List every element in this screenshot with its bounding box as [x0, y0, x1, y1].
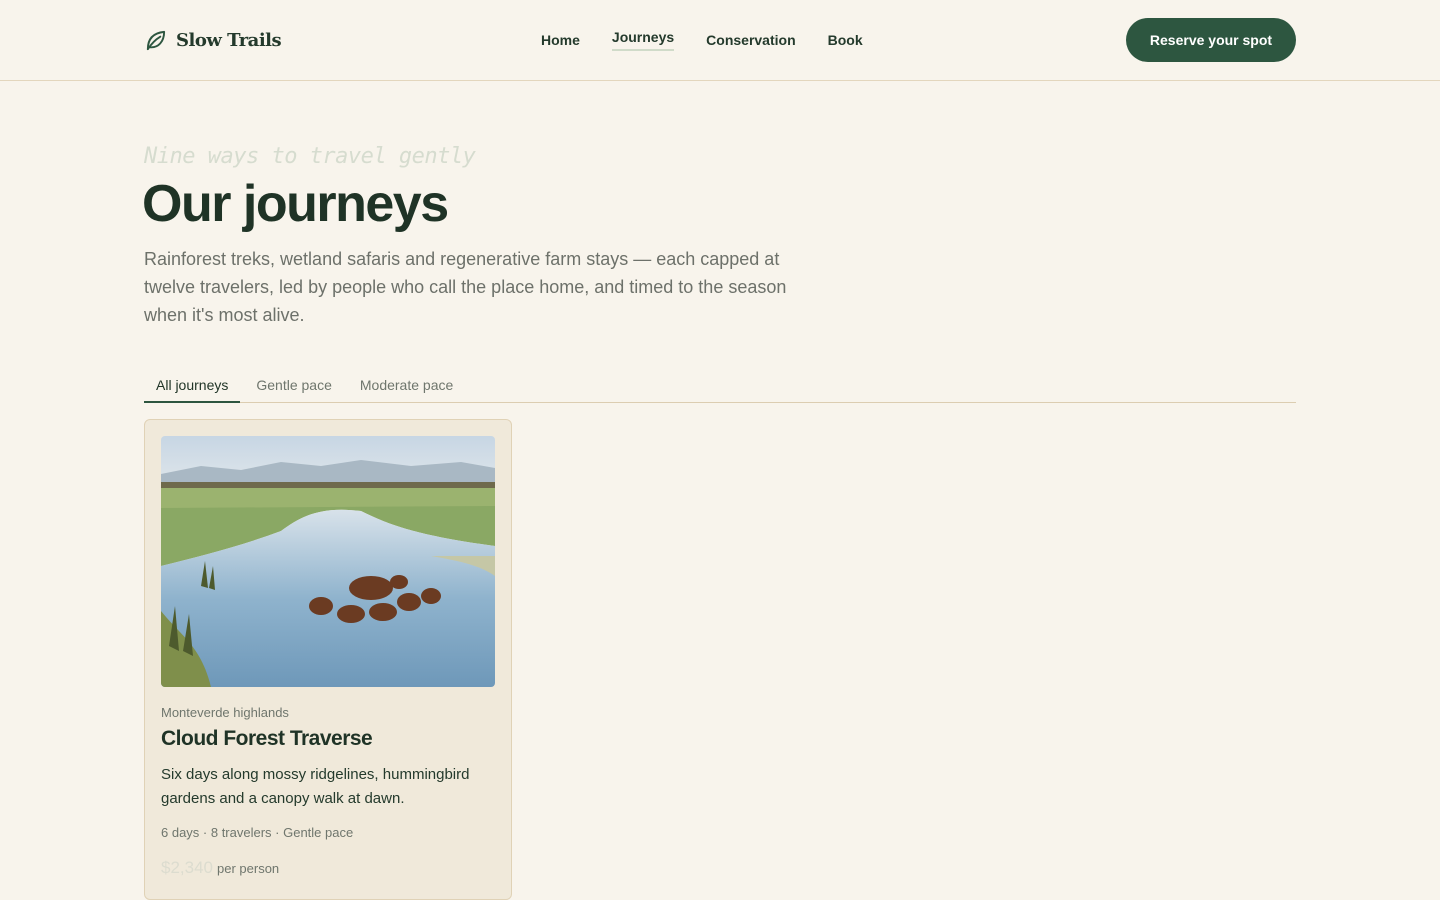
journey-title: Cloud Forest Traverse — [161, 727, 373, 750]
tab-moderate-pace[interactable]: Moderate pace — [348, 369, 465, 403]
brand-name: Slow Trails — [176, 29, 282, 51]
page-title: Our journeys — [142, 175, 449, 233]
brand-logo[interactable]: Slow Trails — [144, 27, 282, 53]
nav-home[interactable]: Home — [541, 32, 580, 48]
nav-journeys[interactable]: Journeys — [611, 29, 675, 51]
journey-card[interactable]: Monteverde highlands Cloud Forest Traver… — [144, 419, 512, 900]
journey-region: Monteverde highlands — [161, 705, 289, 720]
leaf-icon — [146, 30, 166, 50]
journey-meta: 6 days · 8 travelers · Gentle pace — [161, 825, 354, 840]
nav-conservation[interactable]: Conservation — [706, 32, 795, 48]
site-header: Slow Trails Home Journeys Conservation B… — [0, 0, 1440, 81]
price-amount: $2,340 — [161, 858, 213, 877]
tab-all-journeys[interactable]: All journeys — [144, 369, 241, 403]
hero-eyebrow: Nine ways to travel gently — [144, 144, 476, 169]
nav-book[interactable]: Book — [828, 32, 863, 48]
filter-tabs: All journeys Gentle pace Moderate pace — [144, 369, 1296, 403]
journey-price: $2,340 per person — [161, 858, 279, 878]
tab-gentle-pace[interactable]: Gentle pace — [244, 369, 344, 403]
journey-photo — [161, 436, 495, 687]
reserve-spot-button[interactable]: Reserve your spot — [1126, 18, 1296, 62]
journey-description: Six days along mossy ridgelines, humming… — [161, 766, 470, 807]
main-nav: Home Journeys Conservation Book — [541, 0, 895, 80]
hero-lead: Rainforest treks, wetland safaris and re… — [144, 249, 787, 325]
price-unit: per person — [217, 861, 280, 876]
